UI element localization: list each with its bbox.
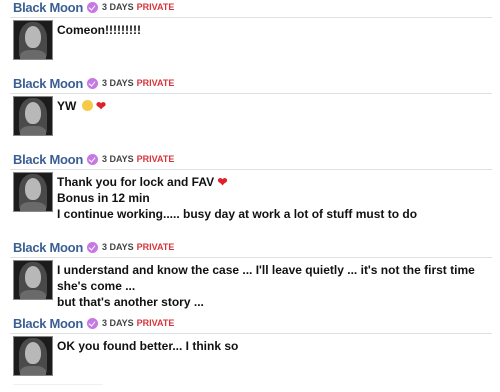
message-item: Black Moon 3 DAYS PRIVATE I understand a… (0, 240, 500, 316)
private-badge: PRIVATE (136, 2, 175, 12)
avatar-shoulders (20, 126, 46, 135)
message-age: 3 DAYS (101, 318, 134, 328)
message-item: Black Moon 3 DAYS PRIVATE YW ❤ (0, 76, 500, 148)
message-age: 3 DAYS (101, 78, 134, 88)
message-text: YW ❤ (57, 98, 492, 114)
message-item: Black Moon 3 DAYS PRIVATE Comeon!!!!!!!!… (0, 0, 500, 72)
message-age: 3 DAYS (101, 2, 134, 12)
author-name-link[interactable]: Black Moon (13, 316, 83, 331)
divider (10, 93, 492, 94)
avatar[interactable] (13, 96, 53, 136)
avatar-shoulders (20, 290, 46, 299)
message-text: Thank you for lock and FAV ❤ Bonus in 12… (57, 174, 492, 222)
message-line-text: Thank you for lock and FAV (57, 175, 215, 189)
message-line: Bonus in 12 min (57, 191, 150, 205)
private-badge: PRIVATE (136, 318, 175, 328)
author-name-link[interactable]: Black Moon (13, 0, 83, 15)
avatar-shoulders (20, 366, 46, 375)
verified-badge-icon (86, 317, 98, 329)
message-header: Black Moon 3 DAYS PRIVATE (13, 240, 175, 255)
message-line: Comeon!!!!!!!!! (57, 23, 141, 37)
message-header: Black Moon 3 DAYS PRIVATE (13, 152, 175, 167)
message-text: Comeon!!!!!!!!! (57, 22, 492, 38)
blushing-face-emoji-icon (81, 100, 93, 111)
divider (10, 17, 492, 18)
verified-badge-icon (86, 241, 98, 253)
private-badge: PRIVATE (136, 78, 175, 88)
divider (10, 169, 492, 170)
avatar-shoulders (20, 202, 46, 211)
message-line: I continue working..... busy day at work… (57, 207, 418, 221)
author-name-link[interactable]: Black Moon (13, 152, 83, 167)
avatar-face (25, 178, 41, 200)
avatar[interactable] (13, 172, 53, 212)
verified-badge-icon (86, 1, 98, 13)
author-name-link[interactable]: Black Moon (13, 76, 83, 91)
avatar-face (25, 266, 41, 288)
message-header: Black Moon 3 DAYS PRIVATE (13, 316, 175, 331)
private-badge: PRIVATE (136, 154, 175, 164)
red-heart-emoji-icon: ❤ (217, 175, 228, 189)
avatar[interactable] (13, 260, 53, 300)
message-header: Black Moon 3 DAYS PRIVATE (13, 0, 175, 15)
message-age: 3 DAYS (101, 154, 134, 164)
divider (10, 257, 492, 258)
message-line: OK you found better... I think so (57, 339, 239, 353)
avatar-face (25, 342, 41, 364)
message-header: Black Moon 3 DAYS PRIVATE (13, 76, 175, 91)
private-badge: PRIVATE (136, 242, 175, 252)
message-item: Black Moon 3 DAYS PRIVATE OK you found b… (0, 316, 500, 384)
red-heart-emoji-icon: ❤ (96, 99, 107, 113)
avatar-face (25, 102, 41, 124)
message-age: 3 DAYS (101, 242, 134, 252)
message-item: Black Moon 3 DAYS PRIVATE Thank you for … (0, 152, 500, 238)
avatar[interactable] (13, 20, 53, 60)
avatar-face (25, 26, 41, 48)
divider (10, 333, 492, 334)
message-line: Thank you for lock and FAV ❤ (57, 174, 492, 190)
avatar[interactable] (13, 336, 53, 376)
message-line: I understand and know the case ... I'll … (57, 263, 475, 293)
message-line-text: YW (57, 99, 77, 113)
message-text: OK you found better... I think so (57, 338, 492, 354)
verified-badge-icon (86, 77, 98, 89)
message-line: but that's another story ... (57, 295, 204, 309)
message-line: YW ❤ (57, 98, 492, 114)
verified-badge-icon (86, 153, 98, 165)
avatar-shoulders (20, 50, 46, 59)
message-text: I understand and know the case ... I'll … (57, 262, 492, 310)
author-name-link[interactable]: Black Moon (13, 240, 83, 255)
